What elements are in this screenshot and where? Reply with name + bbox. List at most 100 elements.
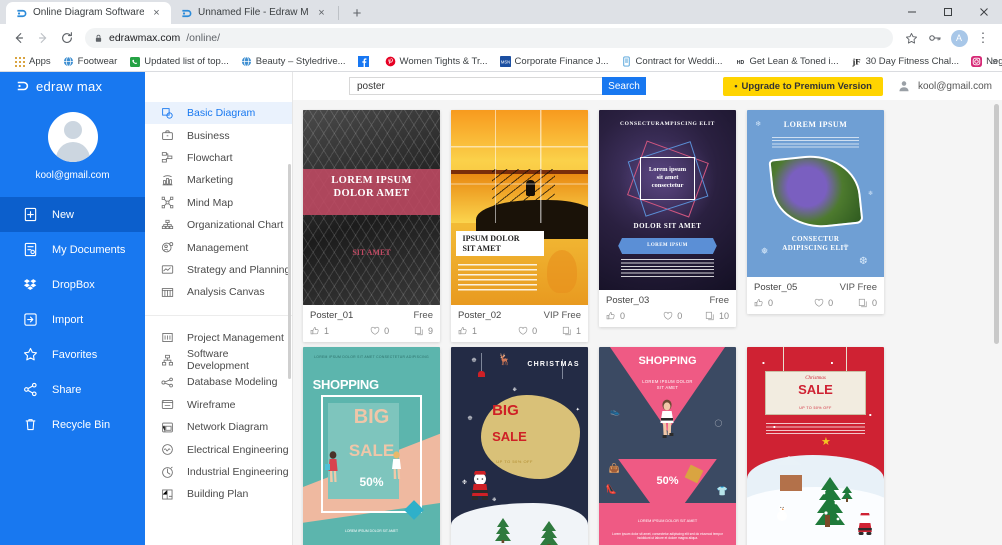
- template-name: Poster_02: [458, 310, 502, 321]
- template-thumbnail[interactable]: LOREM IPSUM DOLOR SIT AMET CONSECTETUR A…: [303, 347, 440, 545]
- category-item-project-management[interactable]: Project Management: [145, 327, 292, 349]
- like-stat[interactable]: 0: [606, 311, 663, 321]
- forward-icon[interactable]: [32, 27, 54, 49]
- template-thumbnail[interactable]: LOREM IPSUM CONSECTUR ADIPISCING ELIT ❄ …: [747, 110, 884, 277]
- bookmark-footwear[interactable]: Footwear: [57, 53, 124, 71]
- category-item-basic-diagram[interactable]: Basic Diagram: [145, 102, 292, 125]
- bookmark-apps[interactable]: Apps: [8, 53, 57, 71]
- reload-icon[interactable]: [56, 27, 78, 49]
- user-account[interactable]: kool@gmail.com: [897, 79, 992, 93]
- avatar[interactable]: [47, 112, 98, 162]
- template-thumbnail[interactable]: Christmas SALE UP TO 50% OFF ★: [747, 347, 884, 545]
- sidebar-item-new[interactable]: New: [0, 197, 145, 232]
- bookmark-beauty[interactable]: Beauty – Styledrive...: [235, 53, 352, 71]
- maximize-icon[interactable]: [930, 0, 966, 24]
- template-card[interactable]: Christmas SALE UP TO 50% OFF ★: [747, 347, 884, 545]
- window-controls: [894, 0, 1002, 24]
- bookmark-get-lean[interactable]: HD Get Lean & Toned i...: [729, 53, 845, 71]
- poster-discount-text: UP TO 50% OFF: [799, 406, 832, 411]
- main-content: Search • Upgrade to Premium Version kool…: [293, 72, 1002, 545]
- template-price: VIP Free: [543, 310, 581, 321]
- template-card[interactable]: LOREM IPSUM CONSECTUR ADIPISCING ELIT ❄ …: [747, 110, 884, 314]
- template-thumbnail[interactable]: SHOPPING LOREM IPSUM DOLOR SIT AMET 50% …: [599, 347, 736, 545]
- close-window-icon[interactable]: [966, 0, 1002, 24]
- category-item-analysis-canvas[interactable]: Analysis Canvas: [145, 281, 292, 303]
- like-stat[interactable]: 1: [310, 326, 370, 336]
- category-item-marketing[interactable]: Marketing: [145, 169, 292, 191]
- back-icon[interactable]: [8, 27, 30, 49]
- sidebar-item-my-documents[interactable]: My Documents: [0, 232, 145, 267]
- category-item-industrial-engineering[interactable]: Industrial Engineering: [145, 461, 292, 483]
- category-item-mind-map[interactable]: Mind Map: [145, 192, 292, 214]
- heart-icon: [663, 311, 673, 320]
- template-thumbnail[interactable]: LOREM IPSUM DOLOR AMET SIT AMET: [303, 110, 440, 305]
- sidebar-item-favorites[interactable]: Favorites: [0, 337, 145, 372]
- favorite-stat[interactable]: 0: [370, 326, 414, 336]
- category-item-wireframe[interactable]: Wireframe: [145, 394, 292, 416]
- category-item-building-plan[interactable]: Building Plan: [145, 483, 292, 505]
- close-icon[interactable]: ×: [150, 7, 163, 20]
- favorite-stat[interactable]: 0: [814, 298, 858, 308]
- browser-tab-1[interactable]: Online Diagram Software - Edra ×: [6, 2, 171, 24]
- template-card[interactable]: ❉ ❉ ❉ ❉ ❉ ✦ 🦌 CHRISTMAS BIG SALE UP TO 5…: [451, 347, 588, 545]
- mind-map-icon: [160, 196, 174, 210]
- bookmark-contract-wedding[interactable]: Contract for Weddi...: [615, 53, 729, 71]
- template-card[interactable]: CONSECTURAMPISCING ELIT Lorem ipsum sit …: [599, 110, 736, 327]
- upgrade-button[interactable]: • Upgrade to Premium Version: [723, 76, 883, 96]
- category-item-database-modeling[interactable]: Database Modeling: [145, 371, 292, 393]
- sidebar-item-recycle-bin[interactable]: Recycle Bin: [0, 407, 145, 442]
- template-card[interactable]: LOREM IPSUM DOLOR SIT AMET CONSECTETUR A…: [303, 347, 440, 545]
- template-card[interactable]: SHOPPING LOREM IPSUM DOLOR SIT AMET 50% …: [599, 347, 736, 545]
- close-icon[interactable]: ×: [315, 7, 328, 20]
- bookmark-fitness-challenge[interactable]: jF 30 Day Fitness Chal...: [845, 53, 965, 71]
- template-thumbnail[interactable]: IPSUM DOLOR SIT AMET: [451, 110, 588, 305]
- bookmark-women-tights[interactable]: Women Tights & Tr...: [379, 53, 494, 71]
- bookmark-facebook[interactable]: [352, 53, 379, 71]
- template-thumbnail[interactable]: CONSECTURAMPISCING ELIT Lorem ipsum sit …: [599, 110, 736, 290]
- key-icon[interactable]: [924, 27, 946, 49]
- new-tab-button[interactable]: +: [345, 2, 369, 24]
- template-thumbnail[interactable]: ❉ ❉ ❉ ❉ ❉ ✦ 🦌 CHRISTMAS BIG SALE UP TO 5…: [451, 347, 588, 545]
- poster-center-text: Lorem ipsum sit amet consectetur: [648, 166, 687, 190]
- profile-avatar[interactable]: A: [948, 27, 970, 49]
- category-item-strategy-and-planning[interactable]: Strategy and Planning: [145, 259, 292, 281]
- bookmark-corporate-finance[interactable]: MSN Corporate Finance J...: [494, 53, 615, 71]
- category-item-flowchart[interactable]: Flowchart: [145, 147, 292, 169]
- category-item-organizational-chart[interactable]: Organizational Chart: [145, 214, 292, 236]
- template-price: Free: [413, 310, 433, 321]
- like-count: 0: [768, 298, 774, 308]
- category-item-network-diagram[interactable]: Network Diagram: [145, 416, 292, 438]
- wireframe-icon: [160, 398, 174, 412]
- star-icon[interactable]: [900, 27, 922, 49]
- copy-stat[interactable]: 0: [858, 298, 877, 308]
- copy-stat[interactable]: 10: [705, 311, 729, 321]
- minimize-icon[interactable]: [894, 0, 930, 24]
- sidebar-item-label: Share: [52, 383, 82, 396]
- bookmarks-overflow-icon[interactable]: »: [992, 56, 998, 68]
- favorite-stat[interactable]: 0: [518, 326, 562, 336]
- search-button[interactable]: Search: [602, 77, 646, 95]
- sidebar-item-dropbox[interactable]: DropBox: [0, 267, 145, 302]
- address-bar[interactable]: edrawmax.com/online/: [85, 28, 893, 48]
- category-scrollbar[interactable]: [288, 164, 291, 379]
- copy-stat[interactable]: 1: [562, 326, 581, 336]
- category-item-electrical-engineering[interactable]: Electrical Engineering: [145, 438, 292, 460]
- bookmark-updated-list[interactable]: Updated list of top...: [123, 53, 235, 71]
- sidebar-item-share[interactable]: Share: [0, 372, 145, 407]
- template-card[interactable]: IPSUM DOLOR SIT AMET Poster_02 VIP Free: [451, 110, 588, 342]
- search-input[interactable]: [349, 77, 602, 95]
- like-stat[interactable]: 0: [754, 298, 814, 308]
- like-stat[interactable]: 1: [458, 326, 518, 336]
- category-item-business[interactable]: Business: [145, 124, 292, 146]
- copy-icon: [562, 326, 571, 336]
- template-card[interactable]: LOREM IPSUM DOLOR AMET SIT AMET Poster_0…: [303, 110, 440, 342]
- copy-stat[interactable]: 9: [414, 326, 433, 336]
- gallery-scrollbar[interactable]: [994, 104, 999, 344]
- favorite-stat[interactable]: 0: [663, 311, 705, 321]
- sidebar-item-import[interactable]: Import: [0, 302, 145, 337]
- category-label: Wireframe: [187, 398, 236, 411]
- browser-menu-icon[interactable]: ⋮: [972, 27, 994, 49]
- category-item-management[interactable]: Management: [145, 236, 292, 258]
- category-item-software-development[interactable]: Software Development: [145, 348, 292, 372]
- browser-tab-2[interactable]: Unnamed File - Edraw Max ×: [171, 2, 336, 24]
